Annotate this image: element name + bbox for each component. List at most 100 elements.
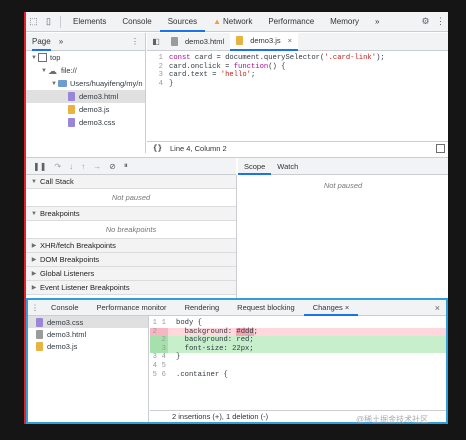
- step-over-icon[interactable]: ↷: [54, 162, 61, 171]
- close-drawer-icon[interactable]: ×: [435, 303, 440, 313]
- step-into-icon[interactable]: ↓: [69, 162, 73, 171]
- folder-icon: [58, 80, 67, 87]
- expand-arrow-icon: ▶: [31, 257, 37, 263]
- changed-file-item[interactable]: demo3.js: [28, 340, 148, 352]
- settings-icon[interactable]: ⚙: [418, 12, 433, 32]
- tab-watch[interactable]: Watch: [271, 158, 304, 175]
- diff-line: 1 1 body {: [150, 319, 446, 328]
- code-content[interactable]: 1 const card = document.querySelector('.c…: [147, 51, 448, 88]
- file-label: demo3.css: [47, 317, 84, 327]
- pause-icon[interactable]: ❚❚: [33, 162, 46, 171]
- drawer-tab-changes[interactable]: Changes ×: [303, 300, 359, 316]
- tree-item[interactable]: ▼ Users/huayifeng/my/n: [26, 77, 145, 90]
- tree-item[interactable]: demo3.html: [26, 90, 145, 103]
- old-line-number: 4: [152, 361, 157, 370]
- tree-item[interactable]: demo3.js: [26, 103, 145, 116]
- drawer-tab-console[interactable]: Console: [42, 300, 88, 316]
- line-number: 3: [158, 71, 163, 79]
- tab-elements[interactable]: Elements: [65, 12, 114, 32]
- css-file-icon: [36, 317, 43, 327]
- collapse-arrow-icon: ▼: [31, 178, 37, 185]
- section-call-stack[interactable]: ▼ Call Stack: [26, 175, 236, 189]
- tree-item[interactable]: ▼ ☁ file://: [26, 64, 145, 77]
- tree-item-label: demo3.css: [79, 118, 116, 127]
- navigator-menu-icon[interactable]: ⋮: [131, 37, 139, 46]
- diff-line: 45: [150, 362, 446, 371]
- toggle-debugger-icon[interactable]: [436, 144, 445, 153]
- expand-arrow-icon[interactable]: ▼: [50, 81, 58, 87]
- diff-text: background: red;: [176, 336, 254, 345]
- code-editor: ◧ demo3.html demo3.js × 1 const card = doc…: [147, 32, 448, 153]
- expand-arrow-icon[interactable]: ▼: [30, 55, 38, 61]
- drawer-tab-rendering[interactable]: Rendering: [176, 300, 229, 316]
- file-navigator: Page » ⋮ ▼ top ▼ ☁ file://▼ Users/huayifeng/m…: [26, 33, 146, 153]
- tree-item-label: top: [50, 53, 61, 62]
- html-file-icon: [68, 92, 75, 101]
- editor-status-bar: {} Line 4, Column 2: [147, 141, 448, 155]
- code-text: card.text = 'hello';: [169, 71, 256, 79]
- diff-text: font-size: 22px;: [176, 344, 254, 353]
- diff-line: 2 background: red;: [150, 336, 446, 345]
- close-icon[interactable]: ×: [288, 36, 292, 45]
- js-file-icon: [68, 105, 75, 114]
- device-toggle-icon[interactable]: ▯: [41, 12, 56, 32]
- more-tabs-button[interactable]: »: [367, 12, 387, 32]
- section-xhr-fetch-breakpoints[interactable]: ▶ XHR/fetch Breakpoints: [26, 239, 236, 253]
- tree-item[interactable]: demo3.css: [26, 116, 145, 129]
- code-line: 1 const card = document.querySelector('.c…: [159, 54, 448, 63]
- line-number: 1: [158, 54, 163, 62]
- expand-arrow-icon: ▶: [31, 243, 37, 249]
- section-label: Event Listener Breakpoints: [40, 283, 130, 292]
- section-global-listeners[interactable]: ▶ Global Listeners: [26, 267, 236, 281]
- drawer-tab-performance-monitor[interactable]: Performance monitor: [88, 300, 176, 316]
- changed-file-item[interactable]: demo3.css: [28, 316, 148, 328]
- close-icon[interactable]: ×: [343, 303, 349, 312]
- code-text: card.onclick = function() {: [169, 62, 286, 71]
- editor-tab-demo3-html[interactable]: demo3.html: [165, 33, 230, 51]
- editor-tab-demo3-js[interactable]: demo3.js ×: [230, 32, 299, 51]
- toggle-navigator-icon[interactable]: ◧: [147, 37, 165, 46]
- debugger-sections: ▼ Call Stack Not paused ▼ Breakpoints No brea…: [26, 175, 237, 308]
- tab-console[interactable]: Console: [114, 12, 159, 32]
- changed-file-item[interactable]: demo3.html: [28, 328, 148, 340]
- tree-item[interactable]: ▼ top: [26, 51, 145, 64]
- diff-text: body {: [176, 319, 202, 327]
- changed-files-list: demo3.css demo3.html demo3.js: [28, 316, 149, 422]
- js-file-icon: [236, 36, 244, 45]
- tree-item-label: file://: [61, 66, 77, 75]
- diff-text: [168, 362, 446, 371]
- code-text: }: [169, 79, 174, 88]
- code-line: 2 card.onclick = function() {: [159, 62, 448, 72]
- new-line-number: 6: [161, 370, 166, 379]
- inspect-element-icon[interactable]: ⬚: [26, 12, 41, 32]
- section-event-listener-breakpoints[interactable]: ▶ Event Listener Breakpoints: [26, 281, 236, 295]
- diff-line: 3 font-size: 22px;: [150, 344, 446, 354]
- expand-arrow-icon[interactable]: ▼: [40, 68, 48, 74]
- drawer-tab-request-blocking[interactable]: Request blocking: [228, 300, 304, 316]
- navigator-more-button[interactable]: »: [59, 37, 63, 46]
- step-out-icon[interactable]: ↑: [81, 162, 85, 171]
- file-label: demo3.js: [47, 341, 78, 351]
- step-icon[interactable]: →: [93, 162, 101, 171]
- tree-item-label: demo3.js: [79, 105, 110, 114]
- diff-text: .container {: [176, 370, 228, 379]
- section-breakpoints[interactable]: ▼ Breakpoints: [26, 207, 236, 221]
- pause-on-exceptions-icon[interactable]: ⏸: [124, 161, 128, 171]
- section-label: XHR/fetch Breakpoints: [40, 241, 116, 250]
- debugger-controls: ❚❚ ↷ ↓ ↑ → ⊘ ⏸: [26, 158, 236, 175]
- tab-network[interactable]: ▲ Network: [205, 12, 260, 32]
- tab-sources[interactable]: Sources: [159, 12, 206, 32]
- more-options-icon[interactable]: ⋮: [433, 12, 448, 32]
- tab-page[interactable]: Page: [32, 33, 51, 51]
- new-line-number: 4: [161, 353, 166, 362]
- expand-arrow-icon: ▶: [31, 271, 37, 277]
- tab-performance[interactable]: Performance: [260, 12, 322, 32]
- drawer-menu-icon[interactable]: ⋮: [28, 303, 42, 312]
- pretty-print-button[interactable]: {}: [153, 145, 162, 153]
- section-label: DOM Breakpoints: [40, 255, 100, 264]
- tab-scope[interactable]: Scope: [238, 158, 272, 175]
- diff-line: 5 6 .container {: [150, 371, 446, 380]
- tab-memory[interactable]: Memory: [322, 12, 367, 32]
- deactivate-breakpoints-icon[interactable]: ⊘: [109, 162, 116, 171]
- section-dom-breakpoints[interactable]: ▶ DOM Breakpoints: [26, 253, 236, 267]
